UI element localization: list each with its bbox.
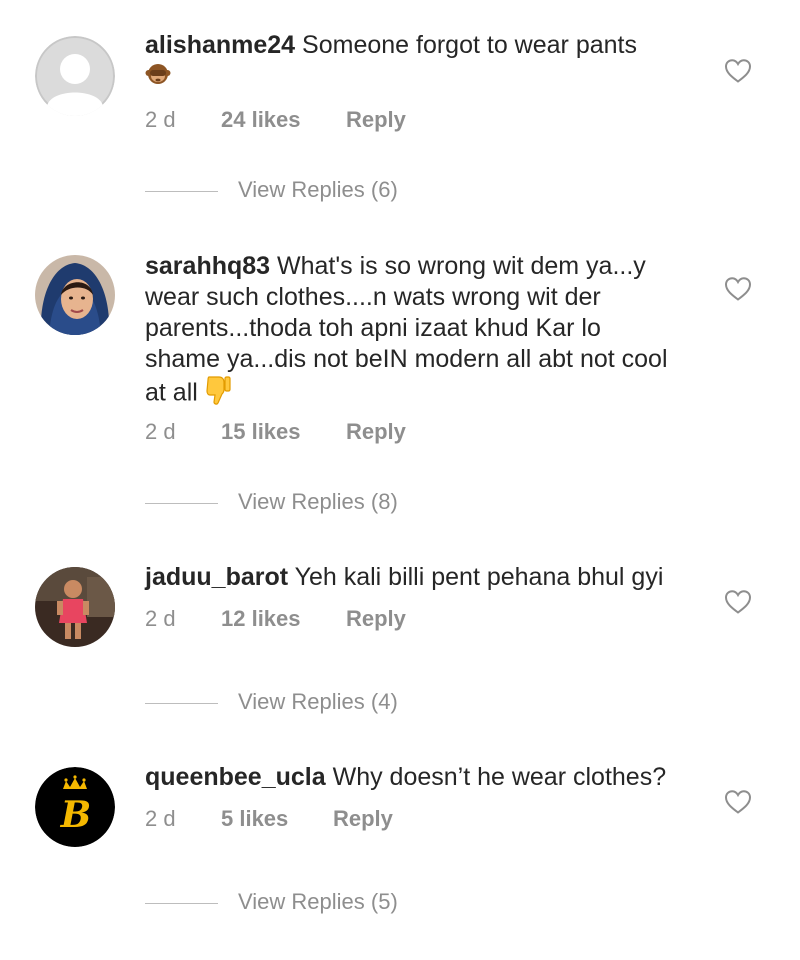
- thumbs-down-icon: [205, 375, 231, 413]
- divider-line: [145, 191, 218, 192]
- divider-line: [145, 703, 218, 704]
- comment-username[interactable]: sarahhq83: [145, 252, 270, 280]
- default-avatar-icon: [35, 36, 115, 116]
- child-photo-icon: [35, 567, 115, 647]
- comment-username[interactable]: queenbee_ucla: [145, 763, 326, 791]
- comment-time: 2 d: [145, 107, 176, 132]
- crown-b-logo-icon: B: [35, 767, 115, 847]
- like-heart-icon[interactable]: [724, 589, 752, 615]
- woman-hijab-photo-icon: [35, 255, 115, 335]
- comment-body: alishanme24 Someone forgot to wear pants: [145, 30, 675, 93]
- comment-text: Why doesn’t he wear clothes?: [332, 763, 667, 791]
- reply-button[interactable]: Reply: [333, 806, 393, 832]
- comment-likes[interactable]: 5 likes: [221, 806, 288, 832]
- comment-likes[interactable]: 12 likes: [221, 606, 301, 632]
- reply-button[interactable]: Reply: [346, 419, 406, 445]
- comment-time: 2 d: [145, 419, 176, 444]
- comment-text: Yeh kali billi pent pehana bhul gyi: [294, 563, 664, 591]
- like-heart-icon[interactable]: [724, 789, 752, 815]
- comment-text: Someone forgot to wear pants: [302, 31, 637, 59]
- reply-button[interactable]: Reply: [346, 606, 406, 632]
- svg-text:B: B: [60, 794, 91, 836]
- comment-body: jaduu_barot Yeh kali billi pent pehana b…: [145, 562, 675, 593]
- divider-line: [145, 503, 218, 504]
- comment-body: queenbee_ucla Why doesn’t he wear clothe…: [145, 762, 675, 793]
- view-replies-label: View Replies (8): [238, 489, 398, 514]
- avatar[interactable]: [35, 567, 115, 647]
- view-replies-label: View Replies (4): [238, 689, 398, 714]
- comment-username[interactable]: jaduu_barot: [145, 563, 288, 591]
- avatar[interactable]: B: [35, 767, 115, 847]
- avatar[interactable]: [35, 36, 115, 116]
- comment-likes[interactable]: 15 likes: [221, 419, 301, 445]
- avatar[interactable]: [35, 255, 115, 335]
- comment-body: sarahhq83 What's is so wrong wit dem ya.…: [145, 251, 675, 413]
- comment-time: 2 d: [145, 606, 176, 631]
- comment-likes[interactable]: 24 likes: [221, 107, 301, 133]
- reply-button[interactable]: Reply: [346, 107, 406, 133]
- comment-username[interactable]: alishanme24: [145, 31, 295, 59]
- divider-line: [145, 903, 218, 904]
- view-replies-label: View Replies (6): [238, 177, 398, 202]
- view-replies-label: View Replies (5): [238, 889, 398, 914]
- like-heart-icon[interactable]: [724, 58, 752, 84]
- see-no-evil-monkey-icon: [145, 61, 171, 93]
- comment-time: 2 d: [145, 806, 176, 831]
- like-heart-icon[interactable]: [724, 276, 752, 302]
